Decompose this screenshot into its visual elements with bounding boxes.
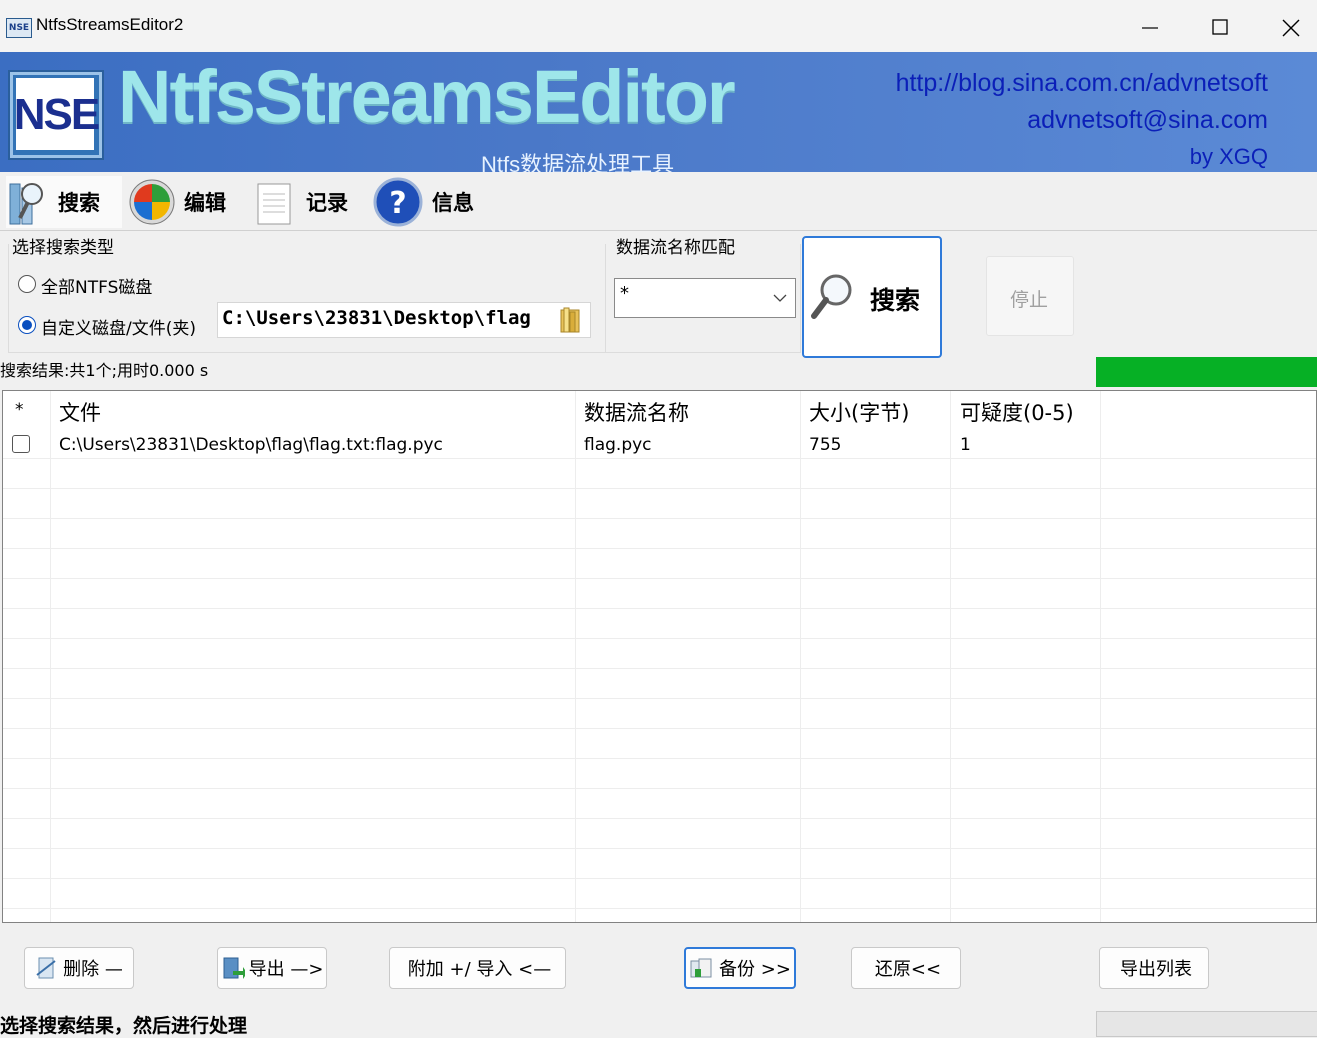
cell-size: 755 <box>809 435 842 455</box>
cell-suspicion: 1 <box>960 435 971 455</box>
path-input[interactable]: C:\Users\23831\Desktop\flag <box>217 302 591 338</box>
export-list-button[interactable]: 导出列表 <box>1099 947 1209 989</box>
backup-icon <box>690 958 712 978</box>
website-link[interactable]: http://blog.sina.com.cn/advnetsoft <box>896 69 1268 98</box>
folder-browse-icon[interactable] <box>558 306 584 334</box>
app-banner: NSE NtfsStreamsEditor Ntfs数据流处理工具 http:/… <box>0 52 1317 172</box>
tab-log[interactable]: 记录 <box>250 176 362 228</box>
delete-icon <box>36 957 56 979</box>
backup-button[interactable]: 备份 >> <box>684 947 796 989</box>
stop-button[interactable]: 停止 <box>986 256 1074 336</box>
backup-button-label: 备份 >> <box>719 959 791 980</box>
footer-status-box <box>1096 1011 1317 1037</box>
tab-edit[interactable]: 编辑 <box>128 176 240 228</box>
email-link[interactable]: advnetsoft@sina.com <box>1027 106 1268 135</box>
append-import-button-label: 附加 +/ 导入 <— <box>407 959 552 980</box>
nse-logo: NSE <box>8 70 104 160</box>
export-button-label: 导出 —> <box>248 959 324 980</box>
window-title: NtfsStreamsEditor2 <box>36 15 184 34</box>
tab-info-label: 信息 <box>432 191 474 215</box>
tab-search-label: 搜索 <box>58 191 100 215</box>
footer-hint: 选择搜索结果，然后进行处理 <box>0 1015 248 1037</box>
tab-info[interactable]: ? 信息 <box>372 176 484 228</box>
export-button[interactable]: 导出 —> <box>217 947 327 989</box>
maximize-button[interactable] <box>1185 0 1255 52</box>
radio-custom-path[interactable] <box>18 316 36 334</box>
author-label: by XGQ <box>1189 144 1268 169</box>
brand-subtitle: Ntfs数据流处理工具 <box>481 152 675 172</box>
title-bar: NSE NtfsStreamsEditor2 <box>0 0 1317 52</box>
path-value: C:\Users\23831\Desktop\flag <box>222 307 531 329</box>
cell-file: C:\Users\23831\Desktop\flag\flag.txt:fla… <box>59 435 443 455</box>
maximize-icon <box>1212 19 1228 35</box>
restore-button[interactable]: 还原<< <box>851 947 961 989</box>
search-result-status: 搜索结果:共1个;用时0.000 s <box>0 361 209 380</box>
search-button-label: 搜索 <box>870 286 921 315</box>
stream-name-value: * <box>620 283 629 304</box>
delete-button-label: 删除 — <box>63 959 123 980</box>
chevron-down-icon <box>773 294 787 302</box>
search-tab-icon <box>9 183 43 225</box>
column-header-file[interactable]: 文件 <box>59 397 101 427</box>
minimize-button[interactable] <box>1115 0 1185 52</box>
tab-edit-label: 编辑 <box>184 191 226 215</box>
export-icon <box>223 957 245 979</box>
row-checkbox[interactable] <box>12 435 30 453</box>
edit-tab-icon <box>129 179 175 225</box>
log-tab-icon <box>257 183 291 225</box>
brand-title: NtfsStreamsEditor <box>118 55 736 138</box>
app-icon: NSE <box>6 18 32 38</box>
column-header-select[interactable]: * <box>15 400 24 420</box>
tab-search[interactable]: 搜索 <box>6 176 122 228</box>
column-header-size[interactable]: 大小(字节) <box>809 397 909 427</box>
option-custom-path-label: 自定义磁盘/文件(夹) <box>41 319 196 339</box>
close-icon <box>1282 19 1300 37</box>
column-header-suspicion[interactable]: 可疑度(0-5) <box>960 397 1074 427</box>
export-list-button-label: 导出列表 <box>1120 959 1192 980</box>
tab-log-label: 记录 <box>306 191 348 215</box>
results-table: * 文件 数据流名称 大小(字节) 可疑度(0-5) C:\Users\2383… <box>2 390 1317 923</box>
restore-button-label: 还原<< <box>874 959 942 980</box>
close-button[interactable] <box>1255 0 1317 52</box>
column-header-stream-name[interactable]: 数据流名称 <box>584 397 689 427</box>
tab-bar: 搜索 编辑 记录 ? 信息 <box>0 172 1317 231</box>
magnifier-icon <box>811 274 852 319</box>
minimize-icon <box>1142 27 1158 29</box>
stop-button-label: 停止 <box>1010 289 1049 311</box>
search-button[interactable]: 搜索 <box>802 236 942 358</box>
delete-button[interactable]: 删除 — <box>24 947 134 989</box>
option-all-ntfs-label: 全部NTFS磁盘 <box>41 278 153 298</box>
svg-text:?: ? <box>389 186 406 221</box>
append-import-button[interactable]: 附加 +/ 导入 <— <box>389 947 566 989</box>
help-icon: ? <box>373 177 423 227</box>
radio-all-ntfs[interactable] <box>18 275 36 293</box>
cell-stream-name: flag.pyc <box>584 435 652 455</box>
progress-bar <box>1096 357 1317 387</box>
stream-name-combo[interactable]: * <box>614 278 796 318</box>
